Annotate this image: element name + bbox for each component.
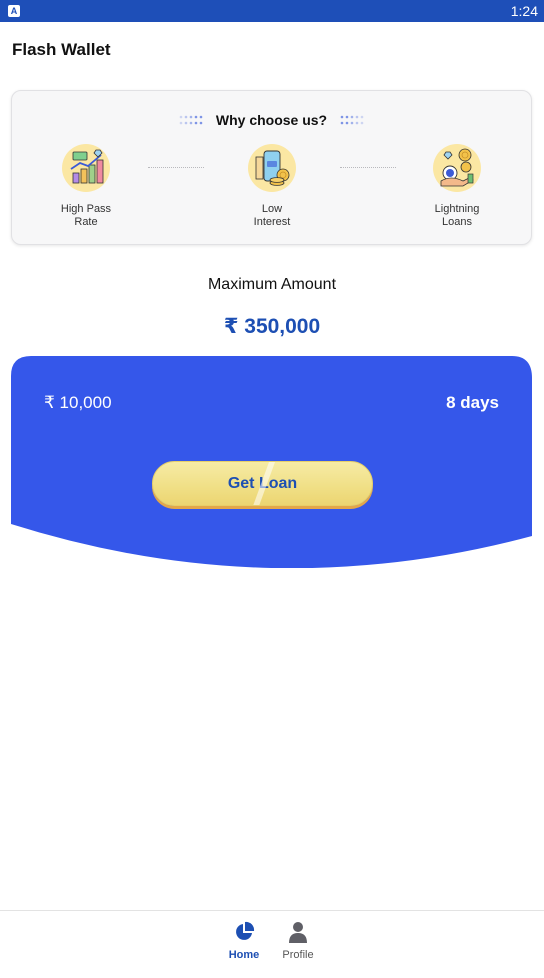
nav-home-label: Home bbox=[228, 949, 260, 961]
page-title: Flash Wallet bbox=[12, 40, 111, 59]
app-notification-icon: A bbox=[8, 5, 20, 17]
decorative-dots-icon bbox=[340, 115, 363, 125]
loan-offer-panel: ₹ 10,000 8 days Get Loan bbox=[11, 356, 532, 568]
maximum-amount-value: ₹ 350,000 bbox=[223, 315, 321, 338]
feature-low-interest: Low Interest bbox=[222, 143, 322, 229]
get-loan-button[interactable]: Get Loan bbox=[152, 461, 373, 506]
nav-home[interactable]: Home bbox=[219, 921, 269, 961]
bottom-navigation: Home Profile bbox=[0, 910, 544, 978]
dotted-connector bbox=[148, 167, 204, 168]
hand-coins-icon bbox=[432, 143, 482, 193]
chart-growth-icon bbox=[61, 143, 111, 193]
maximum-amount-label: Maximum Amount bbox=[207, 276, 337, 293]
feature-lightning-loans: Lightning Loans bbox=[407, 143, 507, 229]
nav-profile-label: Profile bbox=[282, 949, 314, 961]
why-choose-us-card: Why choose us? High Pass Rate Low Intere… bbox=[11, 90, 532, 245]
phone-coins-icon bbox=[247, 143, 297, 193]
status-bar: A 1:24 bbox=[0, 0, 544, 22]
feature-label: Lightning Loans bbox=[434, 203, 480, 228]
person-icon bbox=[287, 921, 309, 943]
why-choose-us-header: Why choose us? bbox=[12, 111, 531, 131]
decorative-dots-icon bbox=[180, 115, 203, 125]
feature-label: Low Interest bbox=[253, 203, 291, 228]
loan-term-value: 8 days bbox=[446, 393, 499, 412]
pie-chart-icon bbox=[233, 921, 255, 943]
status-clock: 1:24 bbox=[510, 3, 538, 19]
nav-profile[interactable]: Profile bbox=[273, 921, 323, 961]
dotted-connector bbox=[340, 167, 396, 168]
feature-high-pass-rate: High Pass Rate bbox=[36, 143, 136, 229]
feature-label: High Pass Rate bbox=[60, 203, 112, 228]
minimum-amount-value: ₹ 10,000 bbox=[44, 393, 112, 412]
why-choose-us-title: Why choose us? bbox=[215, 111, 328, 128]
